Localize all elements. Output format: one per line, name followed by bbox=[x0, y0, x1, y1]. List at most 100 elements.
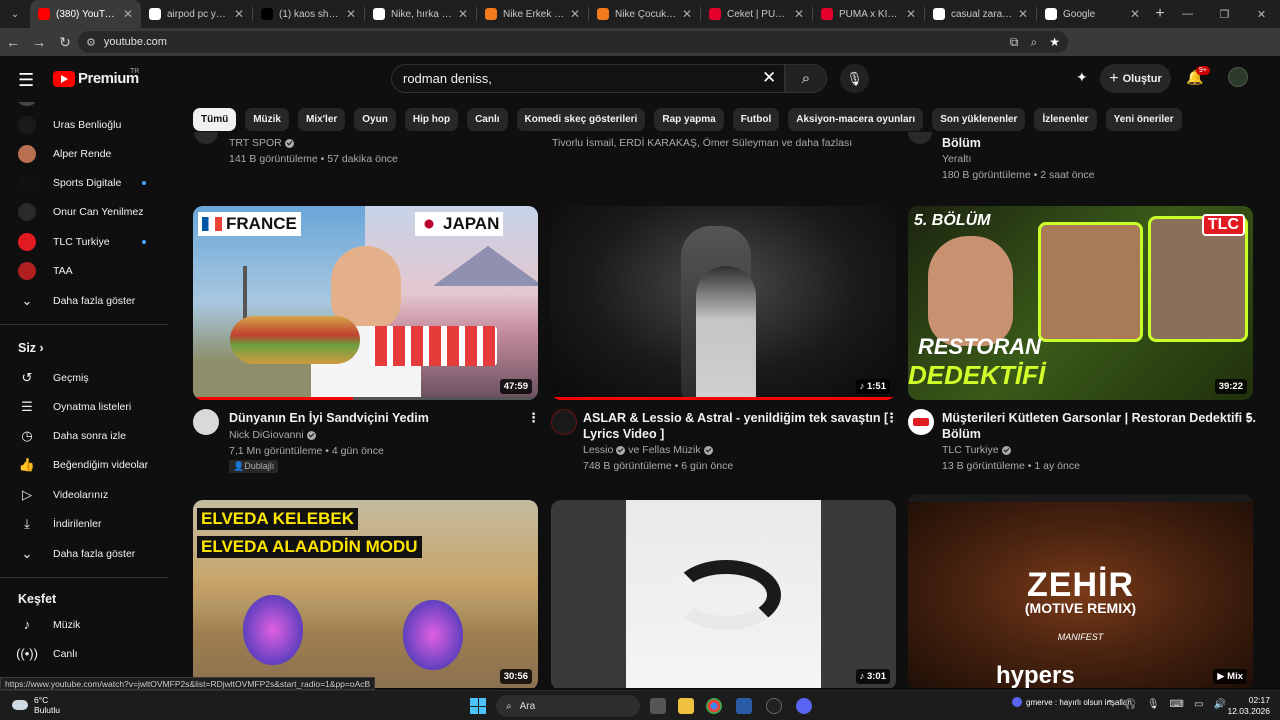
file-explorer-icon[interactable] bbox=[678, 698, 694, 714]
channel-avatar[interactable] bbox=[908, 132, 932, 144]
discord-icon[interactable] bbox=[796, 698, 812, 714]
browser-tab[interactable]: Nike Erkek Sweatsh ✕ bbox=[477, 0, 588, 28]
address-bar[interactable]: ⚙ youtube.com ⧉ ⌕ ★ bbox=[78, 31, 1068, 53]
close-window-icon[interactable]: ✕ bbox=[1243, 0, 1280, 28]
video-title[interactable]: ASLAR & Lessio & Astral - yenildiğim tek… bbox=[583, 410, 888, 442]
channel-avatar[interactable] bbox=[194, 132, 218, 144]
voice-search-button[interactable]: 🎙 bbox=[840, 64, 869, 93]
sidebar-subscription[interactable]: TAA bbox=[0, 257, 168, 286]
clear-search-icon[interactable]: ✕ bbox=[762, 68, 776, 88]
filter-chip[interactable]: Futbol bbox=[732, 108, 780, 131]
video-title[interactable]: Dünyanın En İyi Sandviçini Yedim bbox=[229, 410, 429, 426]
filter-chip[interactable]: Tümü bbox=[193, 108, 237, 131]
tab-search-icon[interactable]: ⌄ bbox=[0, 0, 30, 28]
filter-chip[interactable]: Komedi skeç gösterileri bbox=[516, 108, 646, 131]
sidebar-item[interactable]: ◷ Daha sonra izle bbox=[0, 422, 168, 451]
more-vert-icon[interactable]: ⋮ bbox=[885, 410, 898, 426]
volume-icon[interactable]: 🔊 bbox=[1213, 699, 1225, 710]
youtube-logo[interactable]: Premium TR bbox=[53, 68, 139, 87]
filter-chip[interactable]: Müzik bbox=[245, 108, 289, 131]
video-channel[interactable]: Lessio ve Fellas Müzik bbox=[583, 444, 713, 456]
sidebar-item[interactable]: ▷ Videolarınız bbox=[0, 480, 168, 509]
close-tab-icon[interactable]: ✕ bbox=[458, 7, 468, 21]
browser-tab[interactable]: airpod pc ye nasıl ✕ bbox=[141, 0, 252, 28]
app-icon[interactable] bbox=[766, 698, 782, 714]
back-icon[interactable]: ← bbox=[0, 28, 26, 56]
weather-widget[interactable]: 6°C Bulutlu bbox=[12, 695, 60, 715]
search-button[interactable]: ⌕ bbox=[785, 64, 827, 93]
guide-menu-icon[interactable]: ☰ bbox=[18, 70, 34, 91]
sidebar-subscription[interactable]: Onur Can Yenilmez bbox=[0, 198, 168, 227]
windows-start-icon[interactable] bbox=[470, 698, 486, 714]
show-more-button[interactable]: ⌄ Daha fazla göster bbox=[0, 286, 168, 315]
close-tab-icon[interactable]: ✕ bbox=[1130, 7, 1140, 21]
close-tab-icon[interactable]: ✕ bbox=[346, 7, 356, 21]
close-tab-icon[interactable]: ✕ bbox=[234, 7, 244, 21]
zoom-icon[interactable]: ⌕ bbox=[1031, 35, 1038, 50]
filter-chip[interactable]: Yeni öneriler bbox=[1105, 108, 1182, 131]
browser-tab[interactable]: (380) YouTube ✕ bbox=[30, 0, 141, 28]
filter-chip[interactable]: Canlı bbox=[467, 108, 508, 131]
reload-icon[interactable]: ↻ bbox=[52, 28, 78, 56]
gemini-icon[interactable]: ✦ bbox=[1076, 69, 1088, 86]
prev-channel[interactable]: TRT SPOR bbox=[229, 137, 294, 149]
filter-chip[interactable]: İzlenenler bbox=[1034, 108, 1097, 131]
account-avatar[interactable] bbox=[1228, 67, 1248, 87]
browser-tab[interactable]: Ceket | PUMA Erk ✕ bbox=[701, 0, 812, 28]
channel-avatar[interactable] bbox=[551, 409, 577, 435]
sidebar-subscription[interactable]: Alper Rende bbox=[0, 139, 168, 168]
sidebar-item[interactable]: ↺ Geçmiş bbox=[0, 363, 168, 392]
sidebar-subscription[interactable]: Sports Digitale bbox=[0, 169, 168, 198]
prev-title[interactable]: Bölüm bbox=[942, 135, 981, 151]
close-tab-icon[interactable]: ✕ bbox=[1018, 7, 1028, 21]
video-thumbnail[interactable]: ELVEDA KELEBEK ELVEDA ALAADDİN MODU 30:5… bbox=[193, 500, 538, 688]
site-info-icon[interactable]: ⚙ bbox=[86, 36, 96, 49]
sidebar-item[interactable]: ((•)) Canlı bbox=[0, 639, 168, 668]
browser-tab[interactable]: Nike, hırka - Goo ✕ bbox=[365, 0, 476, 28]
filter-chip[interactable]: Mix'ler bbox=[298, 108, 346, 131]
video-title[interactable]: Müşterileri Kütleten Garsonlar | Restora… bbox=[942, 410, 1256, 442]
video-thumbnail[interactable]: ZEHİR (MOTIVE REMIX) MANIFEST hypers ▶ M… bbox=[908, 494, 1253, 688]
video-thumbnail[interactable]: ♪ 3:01 bbox=[551, 500, 896, 688]
video-thumbnail[interactable]: 5. BÖLÜM TLC RESTORAN DEDEKTİFİ 39:22 bbox=[908, 206, 1253, 400]
create-button[interactable]: + Oluştur bbox=[1100, 64, 1171, 93]
close-tab-icon[interactable]: ✕ bbox=[794, 7, 804, 21]
video-channel[interactable]: Nick DiGiovanni bbox=[229, 429, 316, 441]
browser-tab[interactable]: (1) kaos show - A ✕ bbox=[253, 0, 364, 28]
mic-icon[interactable]: 🎙 bbox=[1147, 699, 1160, 710]
network-icon[interactable]: ▭ bbox=[1194, 699, 1203, 710]
chrome-icon[interactable] bbox=[706, 698, 722, 714]
channel-avatar[interactable] bbox=[908, 409, 934, 435]
filter-chip[interactable]: Rap yapma bbox=[654, 108, 724, 131]
restore-icon[interactable]: ❐ bbox=[1206, 0, 1243, 28]
browser-tab[interactable]: PUMA x KIDSUPER ✕ bbox=[813, 0, 924, 28]
more-vert-icon[interactable]: ⋮ bbox=[1242, 410, 1255, 426]
sidebar-item[interactable]: ♪ Müzik bbox=[0, 610, 168, 639]
browser-tab[interactable]: Google ✕ bbox=[1037, 0, 1148, 28]
show-more-button[interactable]: ⌄ Daha fazla göster bbox=[0, 539, 168, 568]
video-channel[interactable]: TLC Turkiye bbox=[942, 444, 1011, 456]
forward-icon[interactable]: → bbox=[26, 28, 52, 56]
sidebar-item[interactable]: ⤓ İndirilenler bbox=[0, 510, 168, 539]
sidebar-item[interactable]: 👍 Beğendiğim videolar bbox=[0, 451, 168, 480]
filter-chip[interactable]: Aksiyon-macera oyunları bbox=[788, 108, 924, 131]
headset-icon[interactable]: 🎧 bbox=[1124, 699, 1136, 710]
sidebar-subscription[interactable]: Uras Benlioğlu bbox=[0, 110, 168, 139]
filter-chip[interactable]: Oyun bbox=[354, 108, 396, 131]
more-vert-icon[interactable]: ⋮ bbox=[527, 410, 540, 426]
close-tab-icon[interactable]: ✕ bbox=[682, 7, 692, 21]
filter-chip[interactable]: Hip hop bbox=[404, 108, 459, 131]
taskbar-search[interactable]: ⌕ Ara bbox=[496, 695, 640, 717]
close-tab-icon[interactable]: ✕ bbox=[906, 7, 916, 21]
taskbar-clock[interactable]: 02:17 12.03.2026 bbox=[1226, 695, 1270, 717]
bookmark-star-icon[interactable]: ★ bbox=[1049, 35, 1060, 50]
install-icon[interactable]: ⧉ bbox=[1010, 35, 1019, 50]
chevron-up-icon[interactable]: ⌃ bbox=[1106, 699, 1114, 710]
close-tab-icon[interactable]: ✕ bbox=[570, 7, 580, 21]
video-thumbnail[interactable]: ♪ 1:51 bbox=[551, 206, 896, 400]
browser-tab[interactable]: Nike Çocuk Sweat ✕ bbox=[589, 0, 700, 28]
close-tab-icon[interactable]: ✕ bbox=[123, 7, 133, 21]
prev-channel[interactable]: Yeraltı bbox=[942, 153, 971, 165]
sidebar-subscription[interactable]: TLC Turkiye bbox=[0, 227, 168, 256]
video-thumbnail[interactable]: FRANCE JAPAN 47:59 bbox=[193, 206, 538, 400]
